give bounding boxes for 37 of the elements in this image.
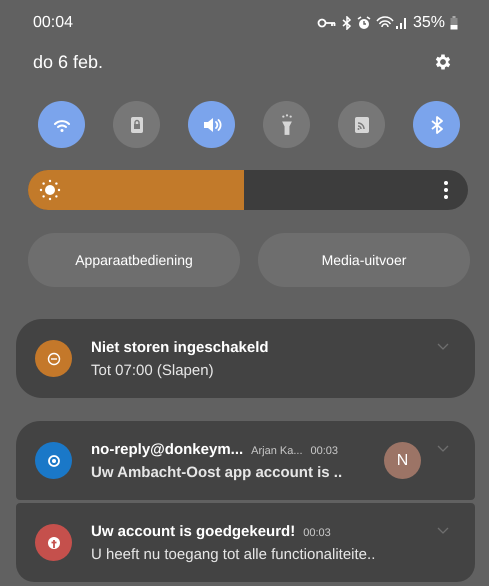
clock-time: 00:04: [33, 14, 74, 32]
notification-title: Niet storen ingeschakeld: [91, 338, 269, 356]
notification-title: Uw account is goedgekeurd!: [91, 522, 296, 540]
alarm-icon: [356, 16, 371, 30]
notification-text: Uw Ambacht-Oost app account is ..: [91, 464, 344, 480]
quick-toggle[interactable]: [113, 101, 160, 148]
notification-card[interactable]: no-reply@donkeym... Arjan Ka... 00:03 Uw Ambacht-Oost app account is .. N: [16, 421, 475, 500]
more-options-icon[interactable]: [444, 180, 448, 200]
quick-toggle[interactable]: [413, 101, 460, 148]
battery-icon: [450, 16, 458, 30]
notification-time: 00:03: [303, 526, 331, 538]
key-icon: [316, 17, 337, 29]
settings-icon[interactable]: [433, 52, 453, 72]
panel-button[interactable]: Media-uitvoer: [258, 233, 470, 287]
avatar: N: [384, 442, 421, 479]
brightness-slider[interactable]: [28, 170, 468, 210]
sender-name: Arjan Ka...: [251, 444, 303, 456]
bluetooth-icon: [342, 16, 352, 30]
ring-icon: [46, 454, 60, 468]
date: do 6 feb.: [33, 52, 104, 72]
quick-toggle[interactable]: [188, 101, 235, 148]
notification-card[interactable]: Uw account is goedgekeurd! 00:03 U heeft nu toegang tot alle functionaliteite..: [16, 503, 475, 582]
brightness-icon: [39, 179, 61, 201]
notification-title: no-reply@donkeym...: [91, 440, 244, 458]
signal-icon: [376, 16, 408, 30]
panel-button[interactable]: Apparaatbediening: [28, 233, 240, 287]
quick-toggle[interactable]: [263, 101, 310, 148]
quick-toggle[interactable]: [338, 101, 385, 148]
minus-circle-icon: [46, 352, 60, 366]
cross-icon: [46, 536, 60, 550]
notification-card[interactable]: Niet storen ingeschakeld Tot 07:00 (Slapen): [16, 319, 475, 398]
notification-time: 00:03: [310, 444, 338, 456]
battery-percentage: 35%: [412, 14, 445, 32]
flashlight-icon: [282, 114, 292, 135]
notification-text: U heeft nu toegang tot alle functionaliteite..: [91, 546, 376, 562]
notification-text: Tot 07:00 (Slapen): [91, 362, 215, 378]
quick-toggle[interactable]: [38, 101, 85, 148]
